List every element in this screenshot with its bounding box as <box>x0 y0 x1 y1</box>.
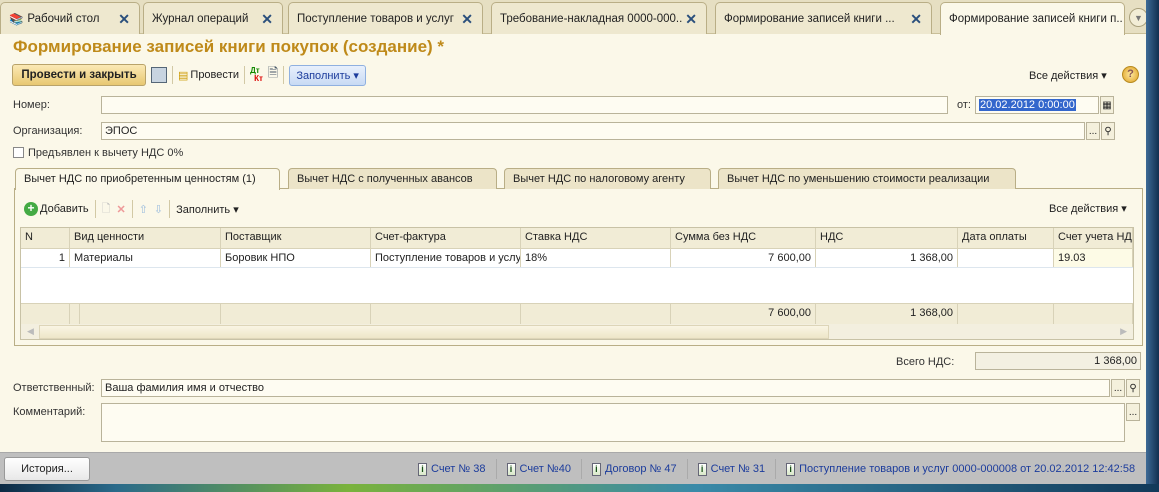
horizontal-scrollbar[interactable]: ◀ ▶ <box>21 324 1133 339</box>
desktop-icon: 📚 <box>9 13 24 26</box>
post-icon: ▤ <box>178 69 189 82</box>
organization-label: Организация: <box>13 125 83 137</box>
grid-footer: 7 600,00 1 368,00 <box>21 303 1133 324</box>
select-button[interactable]: ... <box>1126 403 1140 421</box>
column-header[interactable]: Счет-фактура <box>371 228 521 248</box>
grid-header: N Вид ценности Поставщик Счет-фактура Ст… <box>21 228 1133 249</box>
cell-n[interactable]: 1 <box>21 249 70 267</box>
info-icon: i <box>786 462 796 476</box>
table-row[interactable]: 1 Материалы Боровик НПО Поступление това… <box>21 249 1133 268</box>
organization-input[interactable]: ЭПОС <box>101 122 1085 140</box>
window-tab-journal[interactable]: Журнал операций ✕ <box>143 2 283 34</box>
select-button[interactable]: ... <box>1111 379 1125 397</box>
scrollbar-thumb[interactable] <box>39 325 829 339</box>
grid-all-actions-menu[interactable]: Все действия ▾ <box>1049 202 1127 215</box>
close-icon[interactable]: ✕ <box>261 11 273 28</box>
close-icon[interactable]: ✕ <box>461 11 473 28</box>
info-icon: i <box>591 462 601 476</box>
date-input[interactable]: 20.02.2012 0:00:00 <box>975 96 1099 114</box>
document-icon[interactable]: 🗎 <box>268 64 278 86</box>
dt-kt-icon[interactable]: Дт Кт <box>250 67 263 83</box>
add-button[interactable]: + Добавить <box>24 202 89 216</box>
comment-label: Комментарий: <box>13 406 86 418</box>
add-icon: + <box>24 202 38 216</box>
column-header[interactable]: НДС <box>816 228 958 248</box>
search-icon[interactable]: ⚲ <box>1101 122 1115 140</box>
window-tab-receipt[interactable]: Поступление товаров и услуг ✕ <box>288 2 483 34</box>
number-label: Номер: <box>13 99 50 111</box>
total-vat-value: 1 368,00 <box>975 352 1141 370</box>
cell-vat-account[interactable]: 19.03 <box>1054 249 1133 267</box>
cell-supplier[interactable]: Боровик НПО <box>221 249 371 267</box>
all-actions-menu[interactable]: Все действия ▾ <box>1029 69 1107 82</box>
vat-grid: N Вид ценности Поставщик Счет-фактура Ст… <box>20 227 1134 340</box>
window-tab-desktop[interactable]: 📚 Рабочий стол ✕ <box>0 2 140 34</box>
responsible-input[interactable]: Ваша фамилия имя и отчество <box>101 379 1110 397</box>
window-tab-purchase-book-1[interactable]: Формирование записей книги ... ✕ <box>715 2 932 34</box>
close-icon[interactable]: ✕ <box>118 11 130 28</box>
link-contract-47[interactable]: i Договор № 47 <box>591 462 677 476</box>
info-icon: i <box>506 462 516 476</box>
delete-icon[interactable]: ✕ <box>116 203 125 216</box>
total-amount: 7 600,00 <box>671 304 816 324</box>
window-frame <box>1146 0 1159 492</box>
scroll-right-icon[interactable]: ▶ <box>1120 326 1127 337</box>
cell-amount[interactable]: 7 600,00 <box>671 249 816 267</box>
close-icon[interactable]: ✕ <box>685 11 697 28</box>
total-vat: 1 368,00 <box>816 304 958 324</box>
column-header[interactable]: Счет учета НД <box>1054 228 1133 248</box>
cell-payment-date[interactable] <box>958 249 1054 267</box>
copy-icon[interactable]: 🗋 <box>102 200 111 219</box>
cell-vat-rate[interactable]: 18% <box>521 249 671 267</box>
vat-zero-label: Предъявлен к вычету НДС 0% <box>28 147 184 159</box>
column-header[interactable]: N <box>21 228 70 248</box>
vat-zero-checkbox[interactable] <box>13 147 24 158</box>
close-icon[interactable]: ✕ <box>910 11 922 28</box>
calendar-icon[interactable]: ▦ <box>1100 96 1114 114</box>
post-and-close-button[interactable]: Провести и закрыть <box>12 64 146 86</box>
total-vat-label: Всего НДС: <box>896 356 955 368</box>
move-up-icon[interactable]: ⇧ <box>139 203 148 216</box>
save-icon[interactable] <box>151 67 167 83</box>
tab-cost-reduction[interactable]: Вычет НДС по уменьшению стоимости реализ… <box>718 168 1016 189</box>
taskbar-strip <box>0 484 1159 492</box>
tab-tax-agent[interactable]: Вычет НДС по налоговому агенту <box>504 168 711 189</box>
info-icon: i <box>418 462 427 476</box>
column-header[interactable]: Дата оплаты <box>958 228 1054 248</box>
column-header[interactable]: Вид ценности <box>70 228 221 248</box>
tab-advances[interactable]: Вычет НДС с полученных авансов <box>288 168 497 189</box>
scroll-left-icon[interactable]: ◀ <box>27 326 34 337</box>
column-header[interactable]: Сумма без НДС <box>671 228 816 248</box>
responsible-label: Ответственный: <box>13 382 95 394</box>
grid-fill-button[interactable]: Заполнить ▾ <box>176 203 239 216</box>
window-tab-purchase-book-active[interactable]: Формирование записей книги п.. <box>940 2 1125 35</box>
help-icon[interactable]: ? <box>1122 66 1139 83</box>
window-tab-requisition[interactable]: Требование-накладная 0000-000.. ✕ <box>491 2 707 34</box>
post-button[interactable]: ▤ Провести <box>178 69 239 82</box>
related-documents: i Счет № 38 i Счет №40 i Договор № 47 i Счет… <box>418 459 1135 479</box>
comment-input[interactable] <box>101 403 1125 442</box>
select-button[interactable]: ... <box>1086 122 1100 140</box>
tab-acquired-values[interactable]: Вычет НДС по приобретенным ценностям (1) <box>15 168 280 190</box>
link-account-38[interactable]: i Счет № 38 <box>418 462 486 476</box>
number-input[interactable] <box>101 96 948 114</box>
date-label: от: <box>957 99 971 111</box>
page-title: Формирование записей книги покупок (созд… <box>13 37 445 56</box>
move-down-icon[interactable]: ⇩ <box>154 203 163 216</box>
link-goods-receipt[interactable]: i Поступление товаров и услуг 0000-000008… <box>786 462 1135 476</box>
column-header[interactable]: Ставка НДС <box>521 228 671 248</box>
history-button[interactable]: История... <box>4 457 90 481</box>
cell-invoice[interactable]: Поступление товаров и услуг <box>371 249 521 267</box>
link-account-40[interactable]: i Счет №40 <box>506 462 571 476</box>
cell-vat[interactable]: 1 368,00 <box>816 249 958 267</box>
info-icon: i <box>697 462 707 476</box>
column-header[interactable]: Поставщик <box>221 228 371 248</box>
search-icon[interactable]: ⚲ <box>1126 379 1140 397</box>
fill-button[interactable]: Заполнить ▾ <box>289 64 366 86</box>
link-account-31[interactable]: i Счет № 31 <box>697 462 765 476</box>
cell-value-type[interactable]: Материалы <box>70 249 221 267</box>
